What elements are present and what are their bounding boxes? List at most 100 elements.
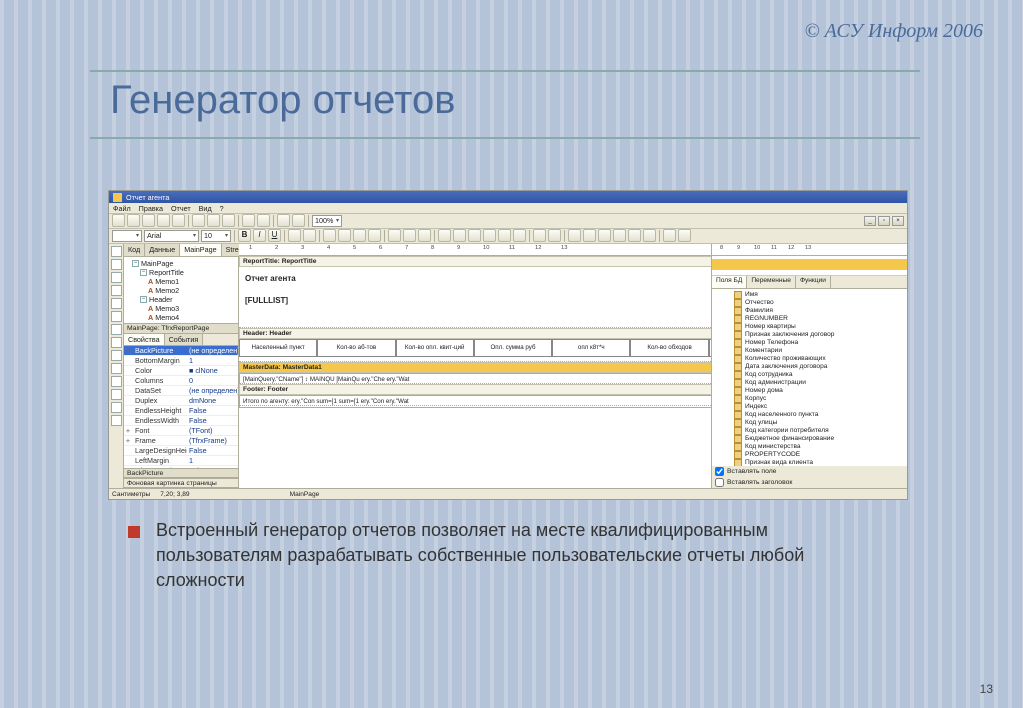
undo-button[interactable]	[242, 214, 255, 227]
menu-edit[interactable]: Правка	[139, 204, 163, 213]
chk2-insert-field[interactable]	[715, 467, 724, 476]
field-item[interactable]: Номер квартиры	[714, 323, 905, 331]
prop-row[interactable]: DuplexdmNone	[124, 396, 238, 406]
valign-mid-button[interactable]	[403, 229, 416, 242]
bold-button[interactable]: B	[238, 229, 251, 242]
menu-help[interactable]: ?	[220, 204, 224, 213]
menubar[interactable]: Файл Правка Отчет Вид ?	[109, 203, 907, 214]
open-button[interactable]	[127, 214, 140, 227]
format-tool[interactable]	[111, 298, 122, 309]
obj-align-2[interactable]	[583, 229, 596, 242]
field-item[interactable]: Код сотрудника	[714, 371, 905, 379]
tab-mainpage[interactable]: MainPage	[180, 244, 221, 256]
prop-row[interactable]: BottomMargin1	[124, 356, 238, 366]
header-cell[interactable]: опл к8т*ч	[552, 339, 630, 357]
header-cell[interactable]: Кол-во опл. квит-ций	[396, 339, 474, 357]
field-item[interactable]: Код категории потребителя	[714, 427, 905, 435]
obj-align-6[interactable]	[643, 229, 656, 242]
design-canvas[interactable]: 12345678910111213 ReportTitle: ReportTit…	[239, 244, 787, 489]
preview-button[interactable]	[157, 214, 170, 227]
picture-tool[interactable]	[111, 324, 122, 335]
border-left-button[interactable]	[438, 229, 451, 242]
field-item[interactable]: Код министерства	[714, 443, 905, 451]
obj-align-4[interactable]	[613, 229, 626, 242]
select-tool[interactable]	[111, 246, 122, 257]
field-item[interactable]: PROPERTYCODE	[714, 451, 905, 459]
frame-button[interactable]	[548, 229, 561, 242]
menu-file[interactable]: Файл	[113, 204, 131, 213]
shape-tool[interactable]	[111, 363, 122, 374]
border-none-button[interactable]	[513, 229, 526, 242]
header-columns[interactable]: Населенный пунктКол-во аб-товКол-во опл.…	[239, 339, 787, 357]
font-size-select[interactable]: 10	[201, 230, 231, 242]
newpage-button[interactable]	[172, 214, 185, 227]
property-grid[interactable]: +BackPicture(не определен)BottomMargin1 C…	[124, 346, 238, 469]
border-right-button[interactable]	[468, 229, 481, 242]
hand-tool[interactable]	[111, 259, 122, 270]
zoom-tool[interactable]	[111, 272, 122, 283]
prop-row[interactable]: EndlessWidthFalse	[124, 416, 238, 426]
header-cell[interactable]: Кол-во обходов	[630, 339, 708, 357]
style-select[interactable]	[112, 230, 142, 242]
redo-button[interactable]	[257, 214, 270, 227]
border-all-button[interactable]	[498, 229, 511, 242]
prop-row[interactable]: LargeDesignHeightFalse	[124, 446, 238, 456]
page-tabs[interactable]: Код Данные MainPage StreetPage	[124, 244, 238, 257]
border-bottom-button[interactable]	[483, 229, 496, 242]
memo-report-title[interactable]: Отчет агента	[245, 274, 296, 283]
menu-report[interactable]: Отчет	[171, 204, 191, 213]
prop-row[interactable]: +Font(TFont)	[124, 426, 238, 436]
field-item[interactable]: Бюджетное финансирование	[714, 435, 905, 443]
fields-list[interactable]: ИмяОтчествоФамилияREGNUMBERНомер квартир…	[712, 289, 907, 467]
band-report-title[interactable]: ReportTitle: ReportTitle	[239, 256, 787, 267]
underline-button[interactable]: U	[268, 229, 281, 242]
obj-align-1[interactable]	[568, 229, 581, 242]
subreport-tool[interactable]	[111, 337, 122, 348]
header-cell[interactable]: Опл. сумма руб	[474, 339, 552, 357]
save-button[interactable]	[142, 214, 155, 227]
valign-bot-button[interactable]	[418, 229, 431, 242]
field-item[interactable]: Фамилия	[714, 307, 905, 315]
prop-row[interactable]: DataSet(не определен)	[124, 386, 238, 396]
valign-top-button[interactable]	[388, 229, 401, 242]
field-item[interactable]: Код улицы	[714, 419, 905, 427]
align-justify-button[interactable]	[368, 229, 381, 242]
prop-row[interactable]: Columns0	[124, 376, 238, 386]
field-item[interactable]: Признак вида клиента	[714, 459, 905, 467]
tab-properties[interactable]: Свойства	[124, 334, 165, 345]
prop-row[interactable]: EndlessHeightFalse	[124, 406, 238, 416]
footer-row[interactable]: Итого по агенту: ery."Con sum=[1 sum=[1 …	[239, 395, 787, 408]
tab2-db-fields[interactable]: Поля БД	[712, 276, 747, 288]
maximize-button[interactable]: ▫	[878, 216, 890, 226]
close-button[interactable]: ×	[892, 216, 904, 226]
fill-button[interactable]	[533, 229, 546, 242]
ungroup-button[interactable]	[292, 214, 305, 227]
field-item[interactable]: Дата заключения договора	[714, 363, 905, 371]
band-tool[interactable]	[111, 311, 122, 322]
new-button[interactable]	[112, 214, 125, 227]
obj-align-5[interactable]	[628, 229, 641, 242]
field-item[interactable]: Номер дома	[714, 387, 905, 395]
field-item[interactable]: Номер Телефона	[714, 339, 905, 347]
field-item[interactable]: Индекс	[714, 403, 905, 411]
fontcolor-button[interactable]	[288, 229, 301, 242]
menu-view[interactable]: Вид	[199, 204, 212, 213]
field-item[interactable]: Количество проживающих	[714, 355, 905, 363]
align-right-button[interactable]	[353, 229, 366, 242]
italic-button[interactable]: I	[253, 229, 266, 242]
field-item[interactable]: REGNUMBER	[714, 315, 905, 323]
report-tree[interactable]: −MainPage −ReportTitle AMemo1 AMemo2 −He…	[124, 257, 238, 323]
band-header[interactable]: Header: Header	[239, 328, 787, 339]
header-cell[interactable]: Населенный пункт	[239, 339, 317, 357]
field-item[interactable]: Код администрации	[714, 379, 905, 387]
field-item[interactable]: Код населенного пункта	[714, 411, 905, 419]
chart-tool[interactable]	[111, 376, 122, 387]
field-item[interactable]: Признак заключения договор	[714, 331, 905, 339]
group-button[interactable]	[277, 214, 290, 227]
tab2-functions[interactable]: Функции	[796, 276, 831, 288]
tab-data[interactable]: Данные	[145, 244, 180, 256]
tab-code[interactable]: Код	[124, 244, 145, 256]
band-masterdata[interactable]: MasterData: MasterData1	[239, 362, 787, 373]
prop-row[interactable]: +BackPicture(не определен)	[124, 346, 238, 356]
obj-align-3[interactable]	[598, 229, 611, 242]
